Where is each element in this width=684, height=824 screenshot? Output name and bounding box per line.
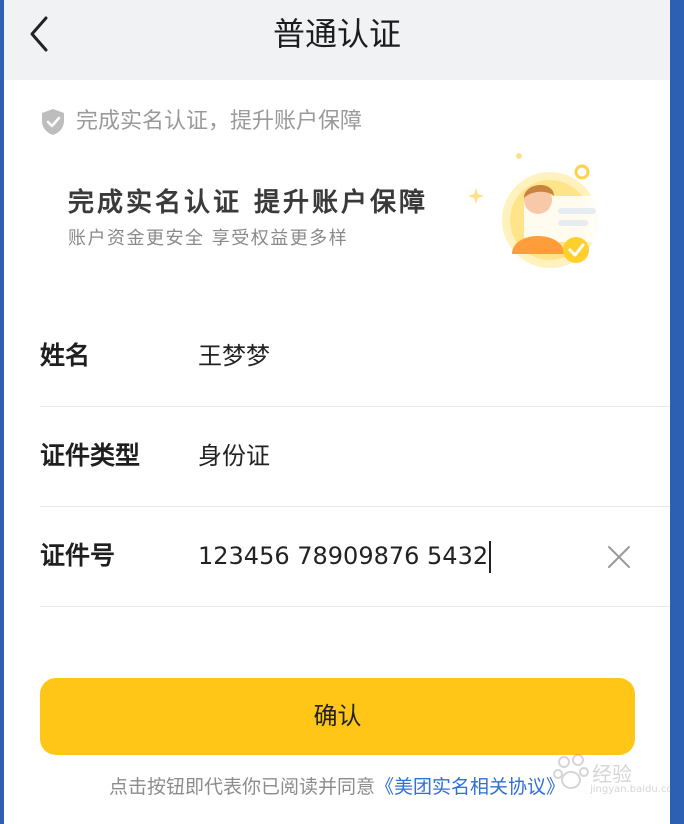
id-type-field[interactable]: 身份证 [198,438,270,474]
id-number-field[interactable]: 123456 78909876 5432 [198,538,598,574]
banner-subtitle: 账户资金更安全 享受权益更多样 [68,228,349,249]
banner-title: 完成实名认证 提升账户保障 [68,188,429,218]
id-type-label: 证件类型 [40,441,141,470]
close-icon [608,546,630,568]
clear-button[interactable] [606,544,632,570]
name-field[interactable]: 王梦梦 [198,338,270,374]
watermark-url: jingyan.baidu.com [590,784,670,795]
paw-logo-icon [553,754,589,789]
shield-icon [42,109,64,135]
tip-text: 完成实名认证，提升账户保障 [76,109,363,134]
id-number-label: 证件号 [40,541,116,570]
confirm-button[interactable]: 确认 [40,678,635,755]
watermark: 经验 jingyan.baidu.com [552,744,670,804]
name-label: 姓名 [40,341,91,370]
screen: 普通认证 完成实名认证，提升账户保障 完成实名认证 提升账户保障 账户资金更安全… [4,0,670,824]
id-number-row: 证件号 123456 78909876 5432 [40,506,670,607]
watermark-text: 经验 [592,762,632,786]
page-title: 普通认证 [272,15,401,53]
agreement-link[interactable]: 《美团实名相关协议》 [375,776,565,798]
id-type-row: 证件类型 身份证 [40,406,670,507]
text-caret [489,541,492,573]
id-number-value: 123456 78909876 5432 [198,542,489,570]
agreement-text: 点击按钮即代表你已阅读并同意 [108,776,375,798]
name-row: 姓名 王梦梦 [40,306,670,407]
nav-bar: 普通认证 [4,0,670,80]
id-card-avatar-illustration-icon [468,153,604,268]
